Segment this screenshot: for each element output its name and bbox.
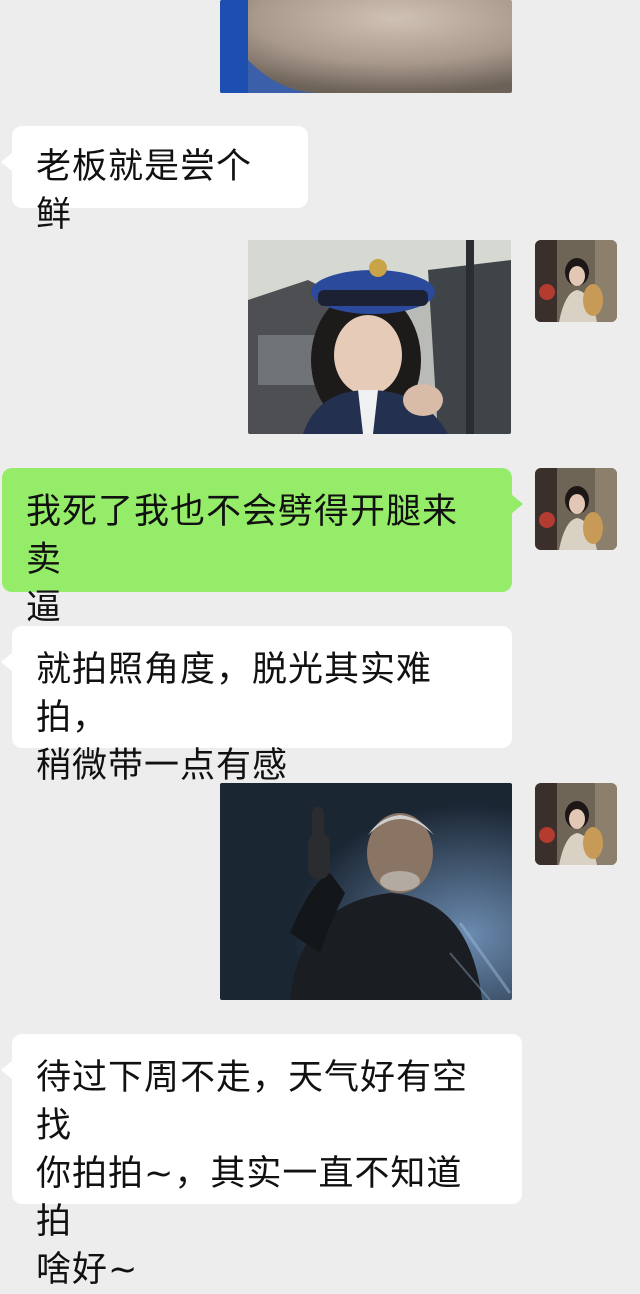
image-message-police-cap-girl[interactable]	[248, 240, 511, 434]
incoming-message-bubble[interactable]: 就拍照角度，脱光其实难拍， 稍微带一点有感	[1, 626, 512, 786]
user-avatar[interactable]	[535, 240, 617, 322]
outgoing-message-bubble[interactable]: 我死了我也不会劈得开腿来卖 逼	[2, 468, 523, 628]
cropped-image-message[interactable]	[220, 0, 512, 93]
incoming-message-bubble[interactable]: 待过下周不走，天气好有空找 你拍拍~，其实一直不知道拍 啥好~	[1, 1034, 522, 1290]
image-message-thumbs-up-man[interactable]	[220, 783, 512, 1000]
incoming-message-bubble[interactable]: 老板就是尝个鲜	[1, 126, 308, 235]
user-avatar[interactable]	[535, 783, 617, 865]
user-avatar[interactable]	[535, 468, 617, 550]
